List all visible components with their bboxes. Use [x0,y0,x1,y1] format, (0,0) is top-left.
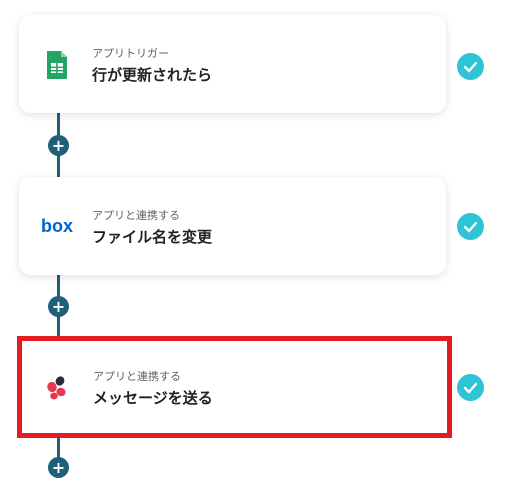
flow-step-card-box[interactable]: box アプリと連携する ファイル名を変更 [19,177,446,275]
chatwork-icon [42,372,74,404]
svg-text:box: box [41,217,73,236]
step-title: 行が更新されたら [92,66,213,84]
step-title: ファイル名を変更 [92,228,213,246]
add-step-button-2[interactable]: + [48,296,69,317]
step-subtitle: アプリと連携する [92,209,180,222]
box-logo-icon: box [41,216,75,237]
step-title: メッセージを送る [93,389,213,407]
flow-step-card-trigger[interactable]: アプリトリガー 行が更新されたら [19,15,446,113]
step-subtitle: アプリと連携する [93,370,181,383]
add-step-button-3[interactable]: + [48,457,69,478]
step-complete-check-icon [457,213,484,240]
step-complete-check-icon [457,374,484,401]
add-step-button-1[interactable]: + [48,135,69,156]
flow-step-card-chatwork[interactable]: アプリと連携する メッセージを送る [17,336,452,438]
google-sheets-icon [41,49,73,81]
step-complete-check-icon [457,53,484,80]
step-subtitle: アプリトリガー [92,47,169,60]
